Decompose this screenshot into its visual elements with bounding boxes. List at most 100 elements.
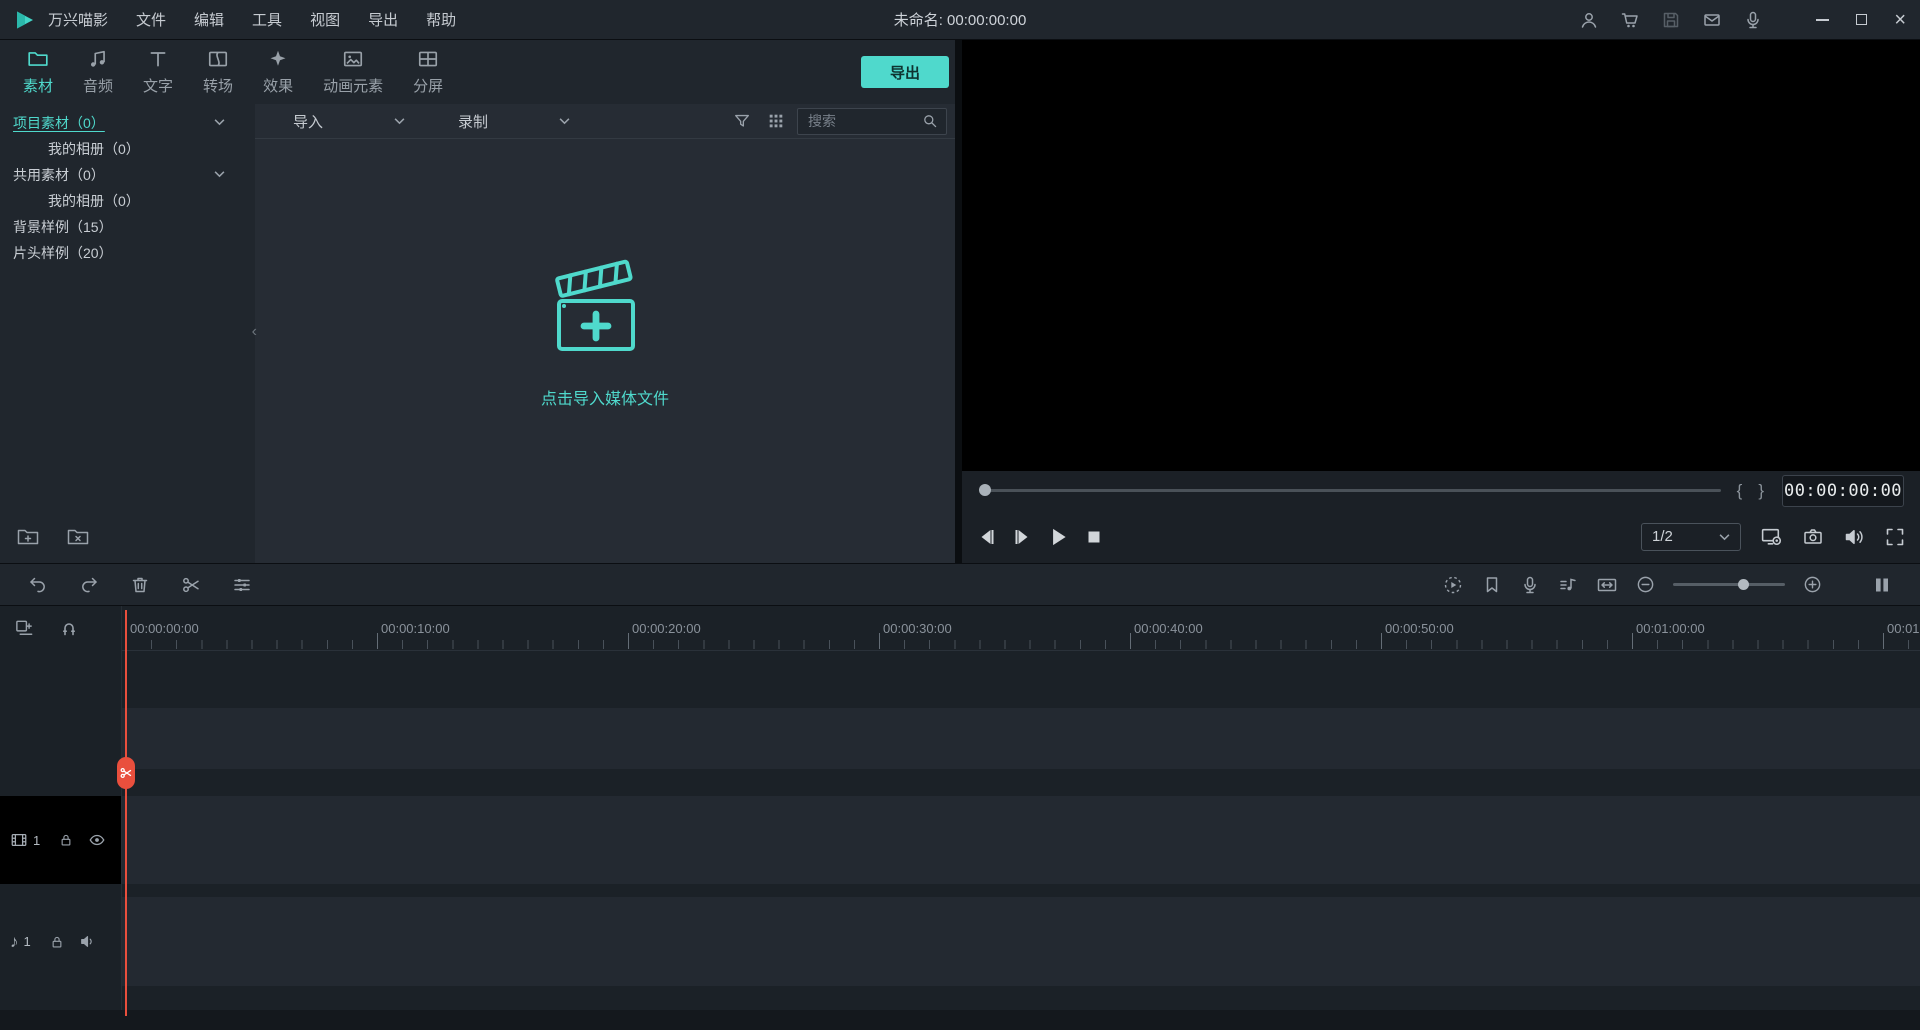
ruler-label: 00:00:30:00 [883,621,952,636]
menu-file[interactable]: 文件 [136,9,166,30]
export-button[interactable]: 导出 [861,56,949,88]
tab-elements[interactable]: 动画元素 [308,48,398,96]
overlay-track-lane[interactable] [122,708,1920,769]
zoom-fit-button[interactable] [1596,574,1618,596]
microphone-icon[interactable] [1743,10,1763,30]
tab-effects[interactable]: 效果 [248,48,308,96]
seek-bar[interactable] [979,484,1721,496]
tab-audio[interactable]: 音频 [68,48,128,96]
save-icon[interactable] [1661,10,1681,30]
menu-help[interactable]: 帮助 [426,9,456,30]
tab-splitscreen[interactable]: 分屏 [398,48,458,96]
audio-track-lane[interactable] [122,897,1920,986]
tree-item-intro-samples[interactable]: 片头样例（20） [0,240,255,266]
zoom-out-button[interactable] [1636,575,1655,594]
ruler-label: 00:00:20:00 [632,621,701,636]
preview-panel: { } 00:00:00:00 1/2 [962,40,1920,563]
previous-frame-button[interactable] [976,526,998,548]
redo-button[interactable] [79,575,99,595]
video-track-header[interactable]: 1 [0,796,121,884]
user-account-icon[interactable] [1579,10,1599,30]
manage-tracks-icon[interactable] [14,618,35,639]
undo-button[interactable] [28,575,48,595]
eye-visibility-icon[interactable] [88,831,106,849]
collapse-tree-handle[interactable]: ‹ [252,323,257,341]
split-scissors-button[interactable] [181,575,201,595]
timeline-zoom-slider[interactable] [1673,579,1785,590]
voiceover-mic-button[interactable] [1520,575,1540,595]
speaker-mute-icon[interactable] [79,933,96,950]
app: { "colors": { "accent": "#4fd9cc", "play… [0,0,1920,1030]
stop-button[interactable] [1083,526,1105,548]
asset-tabs: 素材 音频 文字 转场 效果 动画元素 分屏 导出 [0,40,955,104]
tree-item-label: 片头样例（20） [13,245,113,261]
music-note-icon [87,48,109,70]
tree-item-shared-media[interactable]: 共用素材（0） [0,162,255,188]
delete-button[interactable] [130,575,150,595]
snap-magnet-icon[interactable] [59,618,79,638]
app-logo-icon [14,9,36,31]
marker-button[interactable] [1482,575,1502,595]
tree-item-background-samples[interactable]: 背景样例（15） [0,214,255,240]
tab-text[interactable]: 文字 [128,48,188,96]
playhead-scissors-handle[interactable] [117,757,135,789]
tree-folder-tools [16,525,90,549]
timeline-zoom-knob[interactable] [1737,579,1749,590]
snapshot-camera-icon[interactable] [1802,526,1824,548]
import-hint-text: 点击导入媒体文件 [540,391,669,408]
clapperboard-import-icon [544,259,666,363]
render-preview-button[interactable] [1442,574,1464,596]
tab-transitions[interactable]: 转场 [188,48,248,96]
import-media-dropzone[interactable]: 点击导入媒体文件 [255,105,955,563]
tab-label: 文字 [143,78,174,95]
tree-item-label: 我的相册（0） [48,193,140,209]
store-cart-icon[interactable] [1620,10,1640,30]
window-maximize-button[interactable] [1856,14,1868,25]
preview-quality-select[interactable]: 1/2 [1641,522,1741,551]
panel-divider[interactable] [955,40,962,563]
chevron-down-icon[interactable] [214,170,225,178]
ruler-label: 00:00:40:00 [1134,621,1203,636]
tree-item-my-album-2[interactable]: 我的相册（0） [0,188,255,214]
next-frame-button[interactable] [1011,526,1033,548]
tree-item-project-media[interactable]: 项目素材（0） [0,110,255,136]
timeline-ruler[interactable]: 00:00:00:00 00:00:10:00 00:00:20:00 00:00:3… [122,606,1920,651]
zoom-in-button[interactable] [1803,575,1822,594]
menu-edit[interactable]: 编辑 [194,9,224,30]
title-bar: 万兴喵影 文件 编辑 工具 视图 导出 帮助 未命名: 00:00:00:00 … [0,0,1920,40]
lock-icon[interactable] [50,935,64,949]
seek-handle[interactable] [979,484,991,496]
volume-icon[interactable] [1843,526,1865,548]
menu-view[interactable]: 视图 [310,9,340,30]
mark-in-icon[interactable]: { [1737,481,1743,501]
timeline-toolbar [0,563,1920,606]
adjust-properties-button[interactable] [232,575,252,595]
menu-export[interactable]: 导出 [368,9,398,30]
window-minimize-button[interactable] [1816,18,1830,21]
mail-feedback-icon[interactable] [1702,10,1722,30]
tab-label: 效果 [263,78,294,95]
add-folder-icon[interactable] [16,525,40,549]
menu-tools[interactable]: 工具 [252,9,282,30]
project-title: 未命名: 00:00:00:00 [893,12,1027,29]
tab-label: 分屏 [413,78,444,95]
split-screen-icon [417,48,439,70]
display-settings-icon[interactable] [1760,525,1783,548]
track-size-toggle[interactable] [1872,575,1892,595]
tree-item-my-album-1[interactable]: 我的相册（0） [0,136,255,162]
play-button[interactable] [1046,525,1070,549]
tree-item-label: 共用素材（0） [13,167,105,183]
video-track-lane[interactable] [122,796,1920,884]
fullscreen-icon[interactable] [1884,526,1906,548]
chevron-down-icon[interactable] [214,118,225,126]
tree-item-label: 项目素材（0） [13,115,105,131]
delete-folder-icon[interactable] [66,525,90,549]
lock-icon[interactable] [59,833,73,847]
audio-mixer-button[interactable] [1558,575,1578,595]
playhead[interactable] [117,610,135,1016]
menu-app-name[interactable]: 万兴喵影 [48,9,108,30]
window-close-button[interactable]: × [1894,10,1906,30]
audio-track-header[interactable]: ♪ 1 [0,897,121,986]
tab-media[interactable]: 素材 [8,48,68,96]
mark-out-icon[interactable]: } [1758,481,1764,501]
